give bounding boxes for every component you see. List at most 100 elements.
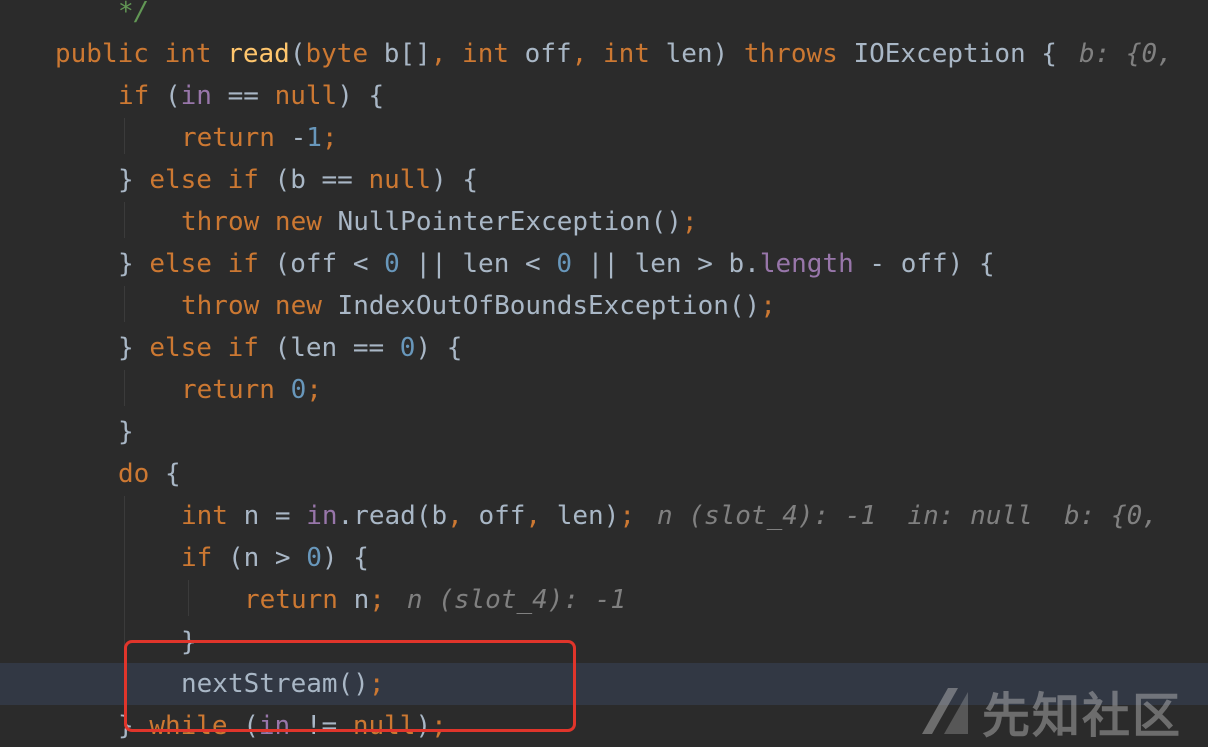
code-token: n = (243, 501, 307, 531)
code-token: return (244, 585, 354, 615)
code-token: , (525, 501, 557, 531)
code-token: null (368, 165, 432, 195)
code-token: 0 (290, 375, 307, 405)
code-text: do { (118, 453, 181, 495)
code-line[interactable]: do { (0, 453, 1208, 495)
code-line[interactable]: } (0, 411, 1208, 453)
code-token: } (118, 249, 150, 279)
code-line[interactable]: if (n > 0) { (0, 537, 1208, 579)
code-token: , (571, 39, 603, 69)
code-token: (b == (274, 165, 369, 195)
code-token: IOException { (853, 39, 1057, 69)
code-token: new (274, 291, 338, 321)
code-token: if (181, 543, 228, 573)
code-token: == (211, 81, 275, 111)
code-line[interactable]: return 0; (0, 369, 1208, 411)
code-token: ; (306, 375, 322, 405)
code-token: */ (118, 0, 150, 27)
code-token: ; (760, 291, 776, 321)
code-editor[interactable]: */ public int read(byte b[], int off, int… (0, 0, 1208, 746)
code-token: ; (321, 123, 338, 153)
code-token: length (759, 249, 854, 279)
code-token: 0 (384, 249, 400, 279)
code-token: int (164, 39, 228, 69)
code-token: - off) { (853, 249, 995, 279)
watermark-text: 先知社区 (982, 688, 1183, 744)
code-token: n (353, 585, 370, 615)
code-text: return -1; (181, 117, 338, 159)
code-token: (len == (274, 333, 400, 363)
code-line[interactable]: if (in == null) { (0, 75, 1208, 117)
code-token: { (164, 459, 181, 489)
code-text: return n; n (slot_4): -1 (244, 579, 626, 621)
code-token: len) (665, 39, 744, 69)
code-token: read (227, 39, 290, 69)
code-text: if (in == null) { (118, 75, 384, 117)
code-token: } (118, 417, 134, 447)
indent-guide (124, 286, 125, 322)
code-token: NullPointerException() (337, 207, 682, 237)
code-line[interactable]: return -1; (0, 117, 1208, 159)
code-token: in (306, 501, 338, 531)
debug-inline-value: b: {0, (1078, 39, 1189, 69)
indent-guide (124, 370, 125, 406)
code-token: null (274, 81, 338, 111)
code-token: ; (681, 207, 698, 237)
code-token: ) { (431, 165, 479, 195)
code-token: ) { (415, 333, 463, 363)
code-token: b[] (383, 39, 431, 69)
code-line[interactable]: throw new NullPointerException(); (0, 201, 1208, 243)
code-text: } else if (off < 0 || len < 0 || len > b… (118, 243, 995, 285)
code-token: int (462, 39, 525, 69)
code-text: */ (118, 0, 149, 33)
code-line[interactable]: throw new IndexOutOfBoundsException(); (0, 285, 1208, 327)
code-text: if (n > 0) { (181, 537, 369, 579)
code-token: - (290, 123, 307, 153)
code-token: , (447, 501, 479, 531)
indent-guide (124, 202, 125, 238)
code-token: return (181, 123, 291, 153)
code-token: off (478, 501, 526, 531)
code-text: return 0; (181, 369, 322, 411)
code-token: in (180, 81, 212, 111)
code-token: 0 (306, 543, 322, 573)
indent-guide (124, 118, 125, 154)
code-line[interactable]: } else if (b == null) { (0, 159, 1208, 201)
code-line[interactable]: } else if (off < 0 || len < 0 || len > b… (0, 243, 1208, 285)
code-token: IndexOutOfBoundsException() (337, 291, 761, 321)
code-line[interactable]: int n = in.read(b, off, len); n (slot_4):… (0, 495, 1208, 537)
code-line[interactable]: */ (0, 0, 1208, 33)
indent-guide (188, 580, 189, 616)
code-line[interactable]: } else if (len == 0) { (0, 327, 1208, 369)
code-token: else if (149, 249, 275, 279)
code-token: new (274, 207, 338, 237)
code-token: else if (149, 333, 275, 363)
code-token: 1 (306, 123, 322, 153)
code-line[interactable]: public int read(byte b[], int off, int l… (0, 33, 1208, 75)
code-token: public (55, 39, 165, 69)
code-token: else if (149, 165, 275, 195)
code-token: } (118, 165, 150, 195)
code-token: throw (181, 291, 275, 321)
code-text: throw new NullPointerException(); (181, 201, 698, 243)
code-token: int (181, 501, 244, 531)
watermark-logo-icon (922, 688, 968, 734)
debug-inline-value: n (slot_4): -1 (406, 585, 627, 615)
code-token: ) { (337, 81, 385, 111)
code-token: (off < (274, 249, 385, 279)
code-token: || len < (399, 249, 557, 279)
code-text: } else if (b == null) { (118, 159, 478, 201)
code-token: len) (556, 501, 620, 531)
code-token: return (181, 375, 291, 405)
code-token: off (524, 39, 572, 69)
code-text: public int read(byte b[], int off, int l… (55, 33, 1189, 75)
code-token: throw (181, 207, 275, 237)
code-token: ; (619, 501, 636, 531)
code-text: } else if (len == 0) { (118, 327, 462, 369)
code-token: } (118, 333, 150, 363)
code-token: 0 (399, 333, 416, 363)
code-token: if (118, 81, 165, 111)
code-token: (n > (227, 543, 307, 573)
code-line[interactable]: return n; n (slot_4): -1 (0, 579, 1208, 621)
code-token: ; (369, 585, 385, 615)
